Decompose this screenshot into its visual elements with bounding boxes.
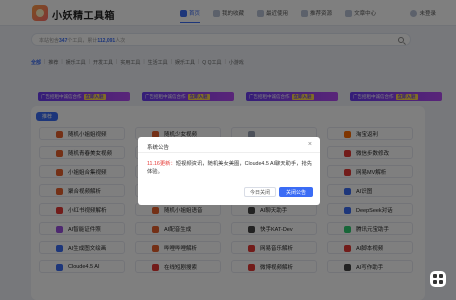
grid-icon	[433, 274, 437, 278]
update-date: 11.16更新：	[147, 161, 176, 167]
announcement-dialog: 系统公告 × 11.16更新：短视频资讯，随机美女美图，Cloude4.5 AI…	[138, 137, 320, 205]
app-grid-button[interactable]	[430, 271, 446, 287]
close-today-button[interactable]: 今日关闭	[244, 187, 276, 197]
close-announcement-button[interactable]: 关闭公告	[279, 187, 313, 197]
grid-icon	[439, 280, 443, 284]
grid-icon	[433, 280, 437, 284]
dialog-body: 11.16更新：短视频资讯，随机美女美图，Cloude4.5 AI聊天助手，抢先…	[147, 160, 313, 176]
close-icon[interactable]: ×	[308, 141, 312, 148]
grid-icon	[439, 274, 443, 278]
dialog-title: 系统公告	[147, 145, 170, 151]
dialog-divider	[138, 152, 320, 153]
